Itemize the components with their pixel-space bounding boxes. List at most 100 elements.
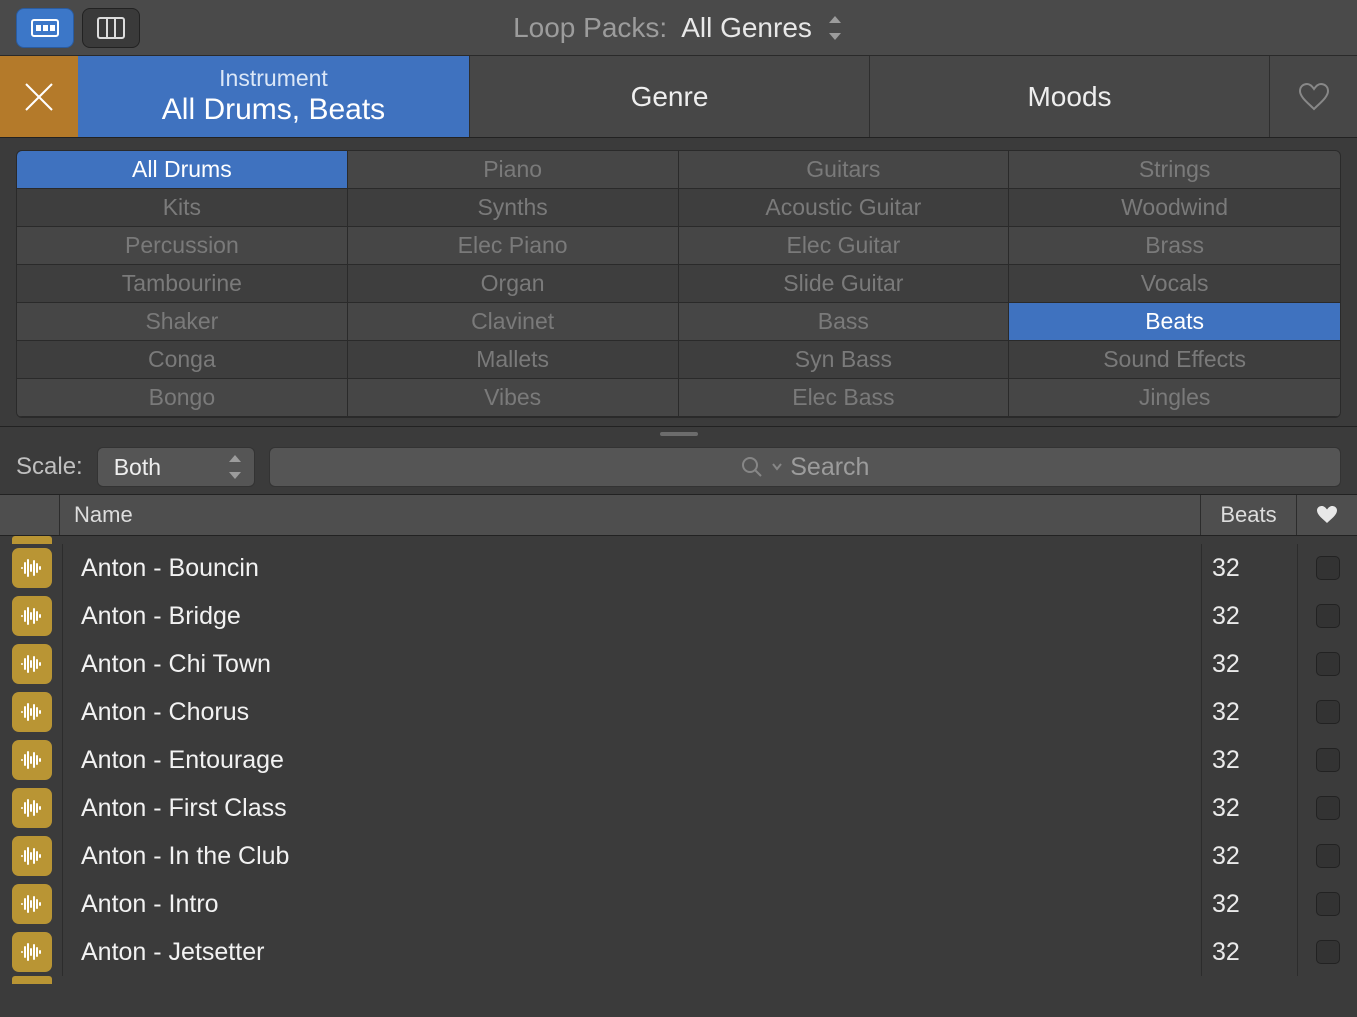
checkbox-icon xyxy=(1316,700,1340,724)
button-grid-view[interactable] xyxy=(16,8,74,48)
loop-beats: 32 xyxy=(1201,880,1297,928)
tab-moods[interactable]: Moods xyxy=(870,56,1270,137)
checkbox-icon xyxy=(1316,796,1340,820)
category-elec-piano[interactable]: Elec Piano xyxy=(348,227,679,265)
loop-list[interactable]: Anton - Bouncin32Anton - Bridge32Anton -… xyxy=(0,536,1357,984)
category-mallets[interactable]: Mallets xyxy=(348,341,679,379)
favorite-toggle[interactable] xyxy=(1297,832,1357,880)
checkbox-icon xyxy=(1316,604,1340,628)
loop-beats: 32 xyxy=(1201,736,1297,784)
list-item[interactable]: Anton - Intro32 xyxy=(0,880,1357,928)
category-kits[interactable]: Kits xyxy=(17,189,348,227)
filter-tabs: Instrument All Drums, Beats Genre Moods xyxy=(0,56,1357,138)
category-tambourine[interactable]: Tambourine xyxy=(17,265,348,303)
category-organ[interactable]: Organ xyxy=(348,265,679,303)
category-synths[interactable]: Synths xyxy=(348,189,679,227)
tab-instrument-label: Instrument xyxy=(219,65,328,93)
tab-favorites[interactable] xyxy=(1270,56,1357,137)
category-vocals[interactable]: Vocals xyxy=(1009,265,1340,303)
list-item[interactable]: Anton - Chorus32 xyxy=(0,688,1357,736)
loop-name: Anton - Bridge xyxy=(62,592,1201,640)
grid-view-icon xyxy=(31,19,59,37)
category-clavinet[interactable]: Clavinet xyxy=(348,303,679,341)
chevron-down-icon xyxy=(772,462,782,472)
favorite-toggle[interactable] xyxy=(1297,928,1357,976)
list-item[interactable]: Anton - Bouncin32 xyxy=(0,544,1357,592)
checkbox-icon xyxy=(1316,940,1340,964)
loop-beats: 32 xyxy=(1201,784,1297,832)
favorite-toggle[interactable] xyxy=(1297,880,1357,928)
scale-label: Scale: xyxy=(16,453,83,481)
checkbox-icon xyxy=(1316,556,1340,580)
loop-type-icon xyxy=(12,836,52,876)
scale-dropdown[interactable]: Both xyxy=(97,447,255,487)
list-item[interactable]: Anton - Entourage32 xyxy=(0,736,1357,784)
category-conga[interactable]: Conga xyxy=(17,341,348,379)
close-icon xyxy=(22,80,56,114)
favorite-toggle[interactable] xyxy=(1297,592,1357,640)
search-icon xyxy=(740,455,764,479)
category-all-drums[interactable]: All Drums xyxy=(17,151,348,189)
favorite-toggle[interactable] xyxy=(1297,736,1357,784)
category-vibes[interactable]: Vibes xyxy=(348,379,679,417)
loop-beats: 32 xyxy=(1201,832,1297,880)
list-item[interactable]: Anton - Chi Town32 xyxy=(0,640,1357,688)
favorite-toggle[interactable] xyxy=(1297,640,1357,688)
category-bass[interactable]: Bass xyxy=(679,303,1010,341)
search-input[interactable]: Search xyxy=(269,447,1341,487)
category-woodwind[interactable]: Woodwind xyxy=(1009,189,1340,227)
view-toggle-group xyxy=(16,8,140,48)
favorite-toggle[interactable] xyxy=(1297,688,1357,736)
tab-instrument[interactable]: Instrument All Drums, Beats xyxy=(78,56,470,137)
category-guitars[interactable]: Guitars xyxy=(679,151,1010,189)
loop-name: Anton - Intro xyxy=(62,880,1201,928)
pane-resize-handle[interactable] xyxy=(0,426,1357,440)
loop-packs-dropdown[interactable]: All Genres xyxy=(681,12,844,44)
category-slide-guitar[interactable]: Slide Guitar xyxy=(679,265,1010,303)
tab-genre[interactable]: Genre xyxy=(470,56,870,137)
favorite-toggle[interactable] xyxy=(1297,784,1357,832)
category-strings[interactable]: Strings xyxy=(1009,151,1340,189)
category-elec-bass[interactable]: Elec Bass xyxy=(679,379,1010,417)
loop-type-icon xyxy=(12,692,52,732)
heart-outline-icon xyxy=(1298,82,1330,112)
loop-name: Anton - Bouncin xyxy=(62,544,1201,592)
loop-name: Anton - Chorus xyxy=(62,688,1201,736)
loop-name: Anton - In the Club xyxy=(62,832,1201,880)
loop-packs-label: Loop Packs: xyxy=(513,12,667,44)
search-placeholder: Search xyxy=(790,453,869,482)
favorite-toggle[interactable] xyxy=(1297,544,1357,592)
loop-type-icon xyxy=(12,932,52,972)
loop-type-icon xyxy=(12,548,52,588)
category-brass[interactable]: Brass xyxy=(1009,227,1340,265)
category-syn-bass[interactable]: Syn Bass xyxy=(679,341,1010,379)
category-beats[interactable]: Beats xyxy=(1009,303,1340,341)
list-item[interactable]: Anton - Bridge32 xyxy=(0,592,1357,640)
chevron-updown-icon xyxy=(226,455,244,479)
list-item[interactable]: Anton - Jetsetter32 xyxy=(0,928,1357,976)
list-item[interactable]: Anton - In the Club32 xyxy=(0,832,1357,880)
column-header-name[interactable]: Name xyxy=(60,495,1201,535)
loop-packs-value: All Genres xyxy=(681,12,812,44)
category-elec-guitar[interactable]: Elec Guitar xyxy=(679,227,1010,265)
list-item[interactable]: Anton - First Class32 xyxy=(0,784,1357,832)
loop-beats: 32 xyxy=(1201,688,1297,736)
table-header: Name Beats xyxy=(0,494,1357,536)
category-jingles[interactable]: Jingles xyxy=(1009,379,1340,417)
category-piano[interactable]: Piano xyxy=(348,151,679,189)
category-acoustic-guitar[interactable]: Acoustic Guitar xyxy=(679,189,1010,227)
checkbox-icon xyxy=(1316,892,1340,916)
category-percussion[interactable]: Percussion xyxy=(17,227,348,265)
category-bongo[interactable]: Bongo xyxy=(17,379,348,417)
category-shaker[interactable]: Shaker xyxy=(17,303,348,341)
column-header-beats[interactable]: Beats xyxy=(1201,495,1297,535)
column-header-favorite[interactable] xyxy=(1297,495,1357,535)
grip-icon xyxy=(660,432,698,436)
category-sound-effects[interactable]: Sound Effects xyxy=(1009,341,1340,379)
loop-beats: 32 xyxy=(1201,544,1297,592)
close-button[interactable] xyxy=(0,56,78,137)
button-column-view[interactable] xyxy=(82,8,140,48)
category-grid-wrap: All DrumsPianoGuitarsStrings KitsSynthsAc… xyxy=(0,138,1357,426)
loop-name: Anton - Jetsetter xyxy=(62,928,1201,976)
loop-type-icon xyxy=(12,644,52,684)
